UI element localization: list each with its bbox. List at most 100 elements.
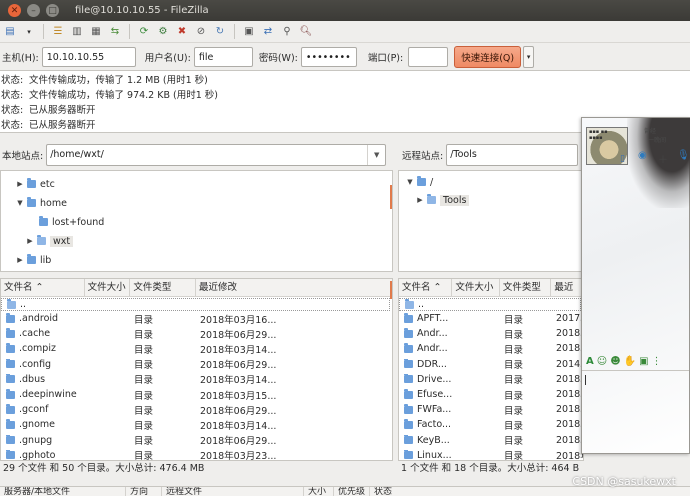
remote-path-combobox[interactable]: /Tools: [446, 144, 579, 166]
remote-directory-tree[interactable]: ▼ / ▶ Tools: [398, 170, 584, 272]
local-directory-tree[interactable]: ▶ etc ▼ home lost+found ▶ wxt ▶ lib: [0, 170, 393, 272]
maximize-window-icon[interactable]: □: [46, 4, 59, 17]
video-call-icon[interactable]: ◉: [638, 150, 647, 161]
local-list-scrollbar[interactable]: [390, 281, 392, 299]
directory-comparison-icon[interactable]: ⚲: [279, 24, 295, 39]
column-header-filesize[interactable]: 文件大小: [452, 279, 500, 297]
close-window-icon[interactable]: ✕: [8, 4, 21, 17]
collapse-arrow-icon[interactable]: ▼: [15, 199, 25, 207]
table-row[interactable]: .config 目录 2018年06月29...: [1, 357, 392, 372]
chevron-down-icon[interactable]: ▼: [367, 145, 385, 165]
column-header-filename[interactable]: 文件名 ⌃: [399, 279, 453, 297]
queue-column-remote-file[interactable]: 远程文件: [162, 487, 304, 496]
table-row[interactable]: .deepinwine 目录 2018年03月15...: [1, 387, 392, 402]
image-icon[interactable]: ▣: [639, 356, 648, 367]
shake-icon[interactable]: ✋: [624, 356, 636, 367]
tree-item-lib[interactable]: ▶ lib: [15, 251, 51, 269]
table-row[interactable]: Andr... 目录 20185: [399, 341, 583, 356]
chat-popup-window[interactable]: ▪▪▪ ▪▪ ▪▪▪▪ 曾经 一晚间 ▯ ◉ ＋ 🎙︎ A ☺ ☻ ✋ ▣ ⋮: [581, 117, 690, 454]
table-row[interactable]: Efuse... 目录 20185: [399, 387, 583, 402]
log-line-text: 已从服务器断开: [29, 120, 96, 131]
table-row[interactable]: KeyB... 目录 20185: [399, 433, 583, 448]
expand-arrow-icon[interactable]: ▶: [25, 237, 35, 245]
search-remote-files-icon[interactable]: 🔍︎: [298, 24, 314, 39]
username-input[interactable]: [193, 47, 253, 67]
quickconnect-dropdown-icon[interactable]: ▾: [523, 46, 535, 68]
file-name-label: .gnupg: [19, 434, 53, 446]
tree-item-etc[interactable]: ▶ etc: [15, 175, 55, 193]
microphone-icon[interactable]: 🎙︎: [677, 150, 690, 161]
toggle-sync-browsing-icon[interactable]: ⇄: [260, 24, 276, 39]
parent-directory-row[interactable]: ..: [399, 298, 581, 311]
column-header-modified[interactable]: 最近: [551, 279, 583, 297]
table-row[interactable]: .gphoto 目录 2018年03月23...: [1, 448, 392, 460]
table-row[interactable]: Linux... 目录 2018年04月...: [399, 448, 583, 460]
tree-item-tools[interactable]: ▶ Tools: [415, 191, 470, 209]
password-input[interactable]: [300, 47, 357, 67]
expand-arrow-icon[interactable]: ▶: [15, 180, 25, 188]
table-row[interactable]: Facto... 目录 20185: [399, 417, 583, 432]
site-manager-icon[interactable]: ▤: [2, 24, 18, 39]
directory-listing-filter-icon[interactable]: ▣: [241, 24, 257, 39]
sticker-icon[interactable]: ☻: [610, 356, 620, 367]
remote-file-list[interactable]: 文件名 ⌃ 文件大小 文件类型 最近 ..APFT...目录20175Andr.…: [398, 278, 584, 461]
refresh-icon[interactable]: ⟳: [136, 24, 152, 39]
folder-icon: [27, 197, 36, 207]
table-row[interactable]: .compiz 目录 2018年03月14...: [1, 341, 392, 356]
queue-column-status[interactable]: 状态: [370, 487, 410, 496]
local-file-list[interactable]: 文件名 ⌃ 文件大小 文件类型 最近修改 .. .android 目录 2018年03…: [0, 278, 393, 461]
table-row[interactable]: .cache 目录 2018年06月29...: [1, 326, 392, 341]
toggle-log-icon[interactable]: ☰: [50, 24, 66, 39]
expand-arrow-icon[interactable]: ▶: [415, 196, 425, 204]
column-header-filesize[interactable]: 文件大小: [85, 279, 131, 297]
tree-item-home[interactable]: ▼ home: [15, 194, 67, 212]
toggle-local-tree-icon[interactable]: ▥: [69, 24, 85, 39]
add-icon[interactable]: ＋: [658, 151, 668, 166]
tree-item-root[interactable]: ▼ /: [405, 173, 433, 191]
window-title: file@10.10.10.55 - FileZilla: [75, 5, 209, 16]
file-modified-cell: 20185: [556, 373, 583, 385]
column-header-filename[interactable]: 文件名 ⌃: [1, 279, 85, 297]
table-row[interactable]: DDR... 目录 20145: [399, 357, 583, 372]
table-row[interactable]: FWFa... 目录 20185: [399, 402, 583, 417]
emoji-icon[interactable]: ☺: [597, 356, 607, 367]
cancel-operation-icon[interactable]: ✖: [174, 24, 190, 39]
process-queue-icon[interactable]: ⚙: [155, 24, 171, 39]
parent-directory-row[interactable]: ..: [1, 298, 390, 311]
table-row[interactable]: Drive... 目录 20185: [399, 372, 583, 387]
quickconnect-button[interactable]: 快速连接(Q): [454, 46, 522, 68]
local-tree-scrollbar[interactable]: [390, 185, 392, 209]
column-header-modified[interactable]: 最近修改: [196, 279, 392, 297]
expand-arrow-icon[interactable]: ▶: [15, 256, 25, 264]
chat-input-field[interactable]: [585, 375, 586, 385]
font-icon[interactable]: A: [586, 356, 594, 367]
toggle-remote-tree-icon[interactable]: ▦: [88, 24, 104, 39]
column-header-filetype[interactable]: 文件类型: [130, 279, 197, 297]
table-row[interactable]: .gconf 目录 2018年06月29...: [1, 402, 392, 417]
table-row[interactable]: .gnupg 目录 2018年06月29...: [1, 433, 392, 448]
site-manager-dropdown-icon[interactable]: ▾: [21, 24, 37, 39]
table-row[interactable]: .android 目录 2018年03月16...: [1, 311, 392, 326]
tree-item-wxt[interactable]: ▶ wxt: [25, 232, 74, 250]
queue-column-priority[interactable]: 优先级: [334, 487, 370, 496]
tree-item-lost-found[interactable]: lost+found: [37, 213, 104, 231]
table-row[interactable]: .gnome 目录 2018年03月14...: [1, 417, 392, 432]
table-row[interactable]: APFT... 目录 20175: [399, 311, 583, 326]
table-row[interactable]: .dbus 目录 2018年03月14...: [1, 372, 392, 387]
more-icon[interactable]: ⋮: [652, 356, 662, 367]
reconnect-icon[interactable]: ↻: [212, 24, 228, 39]
queue-column-size[interactable]: 大小: [304, 487, 334, 496]
column-header-filetype[interactable]: 文件类型: [500, 279, 552, 297]
phone-icon[interactable]: ▯: [620, 154, 625, 164]
toggle-queue-icon[interactable]: ⇆: [107, 24, 123, 39]
disconnect-icon[interactable]: ⊘: [193, 24, 209, 39]
local-path-value: /home/wxt/: [50, 149, 104, 160]
port-input[interactable]: [408, 47, 449, 67]
local-path-combobox[interactable]: /home/wxt/ ▼: [46, 144, 387, 166]
queue-column-direction[interactable]: 方向: [126, 487, 162, 496]
minimize-window-icon[interactable]: –: [27, 4, 40, 17]
table-row[interactable]: Andr... 目录 20185: [399, 326, 583, 341]
collapse-arrow-icon[interactable]: ▼: [405, 178, 415, 186]
queue-column-local-file[interactable]: 服务器/本地文件: [0, 487, 126, 496]
host-input[interactable]: [41, 47, 136, 67]
